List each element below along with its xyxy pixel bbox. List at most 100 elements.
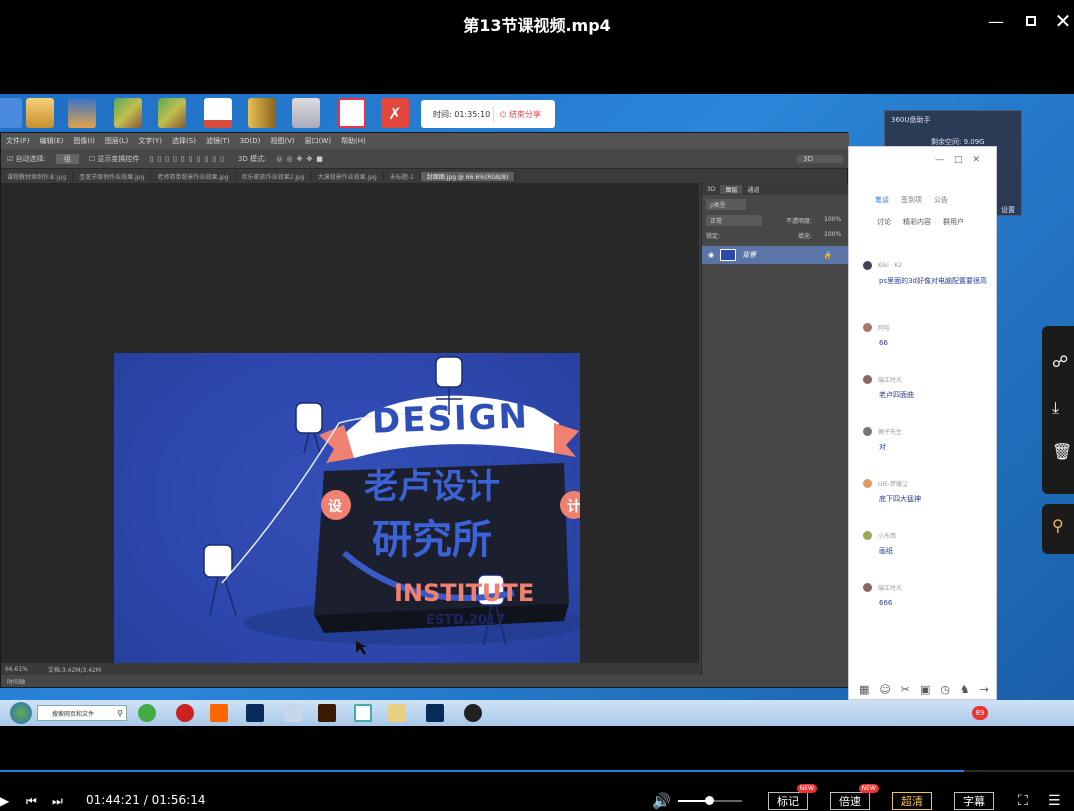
menu-item[interactable]: 窗口(W) [300, 136, 336, 146]
pin-icon[interactable]: ⚲ [1052, 516, 1064, 535]
image-file-icon[interactable] [114, 98, 142, 128]
doc-tab[interactable]: 老师简单背景作业效果.jpg [151, 171, 236, 181]
panel-tab-active[interactable]: 图层 [720, 184, 743, 194]
arrow-right-icon[interactable]: → [980, 683, 989, 696]
menu-item[interactable]: 图像(I) [68, 136, 100, 146]
video-frame[interactable]: ✗ 时间: 01:35:10 ⏻ 结束分享 360U盘助手 剩余空间: 9.09… [0, 94, 1074, 726]
progress-bar[interactable] [0, 770, 1074, 772]
ps-timeline[interactable]: 时间轴 [1, 675, 849, 687]
doc-tab[interactable]: 课程教材案例作业.jpg [1, 171, 74, 181]
zoom-readout[interactable]: 66.61% [5, 666, 28, 673]
menu-item[interactable]: 帮助(H) [336, 136, 371, 146]
doc-tab-active[interactable]: 封面图.jpg @ 66.6%(RGB/8) [420, 171, 516, 181]
folder-app-icon[interactable] [388, 704, 406, 722]
tray-badge[interactable]: 89 [972, 706, 988, 720]
folder-icon[interactable] [26, 98, 54, 128]
volume-knob[interactable] [704, 796, 714, 805]
maximize-icon[interactable] [1018, 10, 1044, 32]
menu-item[interactable]: 选择(S) [167, 136, 201, 146]
start-button[interactable] [10, 702, 32, 724]
browser-app-icon[interactable] [138, 704, 156, 722]
chat-tab[interactable]: 笔谈 [875, 195, 889, 205]
apps-icon[interactable]: ▦ [859, 683, 869, 696]
layer-select[interactable]: 组 [55, 153, 79, 164]
chat-subtab[interactable]: 讨论 [877, 217, 891, 227]
ps-canvas[interactable]: DESIGN 老卢设计 研究所 INSTITUTE ESTD.2017 设 计 [1, 183, 699, 677]
layer-row-background[interactable]: ◉ 背景 🔒 [702, 246, 850, 264]
minimize-icon[interactable]: — [983, 10, 1009, 32]
layer-kind-filter[interactable]: ρ类型 [706, 199, 746, 210]
speed-button[interactable]: 倍速 NEW [830, 784, 879, 810]
doc-tab[interactable]: 欢乐家族作业效果2.jpg [236, 171, 312, 181]
book-icon[interactable] [248, 98, 276, 128]
share-tool-icon[interactable]: ✗ [381, 98, 409, 128]
psd-file-icon[interactable] [204, 98, 232, 128]
menu-item[interactable]: 文件(F) [1, 136, 35, 146]
next-icon[interactable]: ⏭ [52, 792, 63, 810]
side-dock: ☍ ⤓ 🗑 [1042, 326, 1074, 494]
menu-item[interactable]: 编辑(E) [35, 136, 69, 146]
app-icon[interactable] [464, 704, 482, 722]
prev-icon[interactable]: ⏮ [26, 792, 37, 810]
workspace-select[interactable]: 3D [797, 154, 843, 163]
menu-item[interactable]: 文字(Y) [133, 136, 167, 146]
panel-tab[interactable]: 3D [702, 186, 720, 193]
auto-select-checkbox[interactable]: ☑ 自动选择: [7, 154, 46, 164]
emoji-icon[interactable]: ☺ [879, 683, 890, 696]
widget-settings[interactable]: 设置 [1001, 205, 1015, 215]
app-icon[interactable] [284, 704, 302, 722]
doc-tab[interactable]: 圣诞节案例作业效果.jpg [73, 171, 152, 181]
eye-icon[interactable]: ◉ [708, 251, 714, 259]
end-share-button[interactable]: ⏻ 结束分享 [494, 109, 541, 120]
menu-item[interactable]: 3D(D) [235, 137, 266, 145]
align-icons[interactable]: ▯▯▯▯▯▯▯▯▯▯ [149, 155, 228, 163]
illustrator-app-icon[interactable] [318, 704, 336, 722]
art-institute: INSTITUTE [394, 579, 535, 607]
volume-slider[interactable] [678, 796, 742, 805]
scissors-icon[interactable]: ✂ [901, 683, 910, 696]
blend-mode-select[interactable]: 正常 [706, 215, 763, 226]
chat-subtab[interactable]: 精彩内容 [903, 217, 931, 227]
fullscreen-icon[interactable]: ⛶ [1018, 792, 1028, 810]
image-icon[interactable]: ▣ [920, 683, 930, 696]
download-icon[interactable]: ⤓ [1052, 398, 1059, 418]
avatar [863, 479, 872, 488]
show-transform-checkbox[interactable]: ☐ 显示变换控件 [89, 154, 140, 164]
doc-file-icon[interactable] [338, 98, 366, 128]
app-icon[interactable] [210, 704, 228, 722]
fill-value[interactable]: 100% [824, 231, 841, 238]
chat-subtab[interactable]: 群用户 [943, 217, 964, 227]
3d-tool-icons[interactable]: ◎◎✥✥■ [276, 155, 327, 163]
recorder-app-icon[interactable] [176, 704, 194, 722]
photoshop-app-icon[interactable] [246, 704, 264, 722]
share-icon[interactable]: ☍ [1052, 352, 1068, 371]
menu-item[interactable]: 滤镜(T) [201, 136, 235, 146]
archive-icon[interactable] [68, 98, 96, 128]
desktop-app-icon[interactable] [0, 98, 22, 128]
play-icon[interactable]: ▶ [0, 792, 9, 810]
close-icon[interactable]: ✕ [1050, 9, 1074, 33]
volume-icon[interactable]: 🔊 [652, 792, 671, 810]
doc-tab[interactable]: 大漠背景作业效果.jpg [312, 171, 384, 181]
menu-item[interactable]: 图层(L) [100, 136, 133, 146]
clock-icon[interactable]: ◷ [940, 683, 950, 696]
bell-icon[interactable]: ♞ [960, 683, 970, 696]
app-icon[interactable] [354, 704, 372, 722]
image-file-icon[interactable] [158, 98, 186, 128]
playlist-icon[interactable]: ☰ [1048, 792, 1061, 810]
taskbar-search[interactable]: 搜索网页和文件 ⚲ [37, 705, 127, 721]
quality-button[interactable]: 超清 [892, 792, 932, 810]
panel-tab[interactable]: 通道 [742, 185, 764, 194]
mark-button[interactable]: 标记 NEW [768, 784, 817, 810]
subtitle-button[interactable]: 字幕 [954, 792, 994, 810]
art-design-text: DESIGN [371, 396, 530, 442]
chat-window-controls[interactable]: —□✕ [935, 155, 990, 165]
doc-tab[interactable]: 未标题-1 [384, 171, 421, 181]
photoshop-app-icon[interactable] [426, 704, 444, 722]
opacity-value[interactable]: 100% [824, 216, 841, 223]
chat-tab[interactable]: 公告 [934, 195, 948, 205]
menu-item[interactable]: 视图(V) [265, 136, 299, 146]
chat-tab[interactable]: 签到项 [901, 195, 922, 205]
delete-icon[interactable]: 🗑 [1052, 442, 1072, 461]
calendar-icon[interactable] [292, 98, 320, 128]
